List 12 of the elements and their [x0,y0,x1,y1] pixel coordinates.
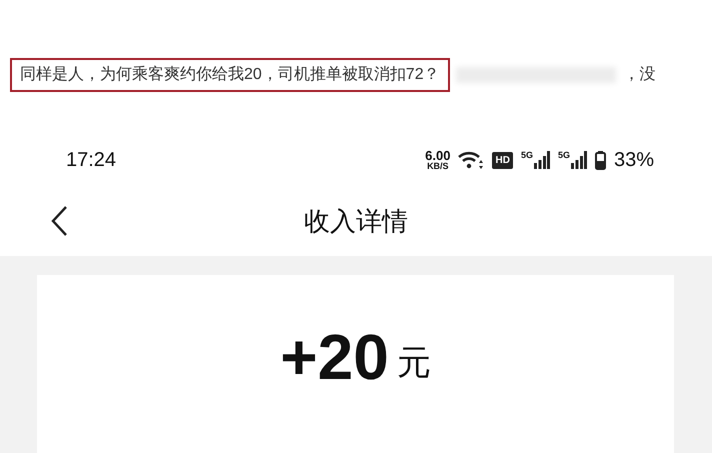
battery-icon [594,150,606,170]
income-amount: +20 [280,325,389,389]
trailing-text: ，没 [624,65,656,85]
hd-icon: HD [492,152,513,168]
network-speed: 6.00 KB/S [425,149,450,171]
page-title: 收入详情 [304,204,408,238]
back-icon[interactable] [50,205,68,237]
wifi-icon [458,150,484,170]
status-time: 17:24 [66,148,116,173]
headline-text: 同样是人，为何乘客爽约你给我20，司机推单被取消扣72？ [10,58,450,92]
battery-percent: 33% [614,148,654,173]
currency-unit: 元 [396,343,431,384]
